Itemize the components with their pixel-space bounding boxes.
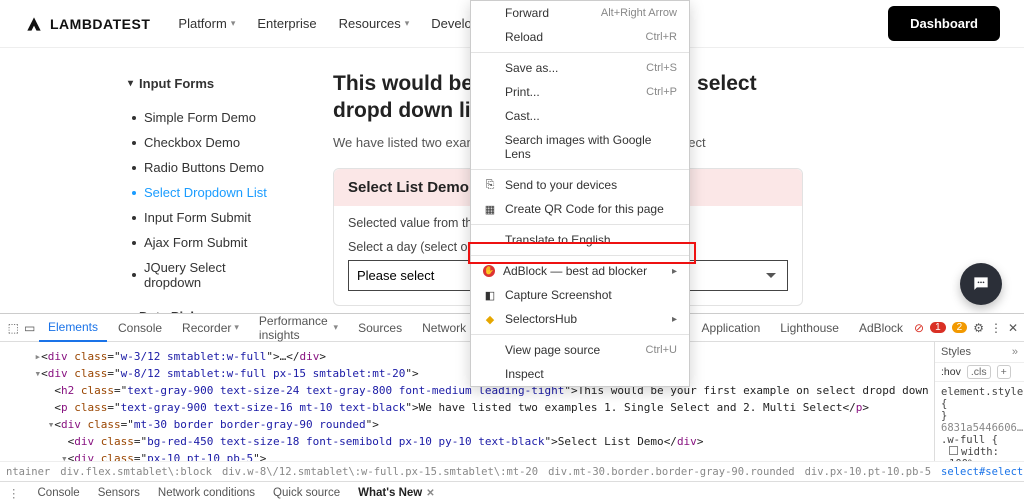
chevron-down-icon: ▾ bbox=[405, 18, 410, 29]
ctx-print[interactable]: Print...Ctrl+P bbox=[471, 80, 689, 104]
inspect-element-icon[interactable]: ⬚ bbox=[6, 321, 20, 335]
styles-filter[interactable]: :hov .cls + bbox=[935, 363, 1024, 382]
drawer-tab-quick-source[interactable]: Quick source bbox=[273, 487, 340, 499]
error-icon[interactable]: ⊘ bbox=[914, 321, 924, 335]
styles-panel: Styles» :hov .cls + element.style { } 68… bbox=[934, 342, 1024, 461]
sidebar-group-label: Input Forms bbox=[139, 76, 214, 91]
ctx-create-qr[interactable]: ▦Create QR Code for this page bbox=[471, 197, 689, 221]
more-icon[interactable]: ⋮ bbox=[990, 321, 1002, 335]
logo[interactable]: LAMBDATEST bbox=[24, 14, 150, 34]
camera-icon: ◧ bbox=[483, 288, 497, 302]
ctx-save-as[interactable]: Save as...Ctrl+S bbox=[471, 56, 689, 80]
close-icon[interactable]: ✕ bbox=[1008, 321, 1018, 335]
ctx-adblock[interactable]: ✋AdBlock — best ad blocker▸ bbox=[471, 259, 689, 283]
ctx-selectorshub[interactable]: ◆SelectorsHub▸ bbox=[471, 307, 689, 331]
style-rule[interactable]: .w-full { bbox=[941, 434, 1018, 446]
error-count[interactable]: 1 bbox=[930, 322, 946, 333]
sidebar-items: Simple Form Demo Checkbox Demo Radio But… bbox=[128, 105, 285, 295]
ctx-inspect[interactable]: Inspect bbox=[471, 362, 689, 386]
elements-panel[interactable]: ▸<div class="w-3/12 smtablet:w-full">…</… bbox=[0, 342, 934, 461]
devtools-tab-perf-insights[interactable]: Performance insights▾ bbox=[250, 314, 347, 342]
style-rule[interactable]: element.style { bbox=[941, 386, 1018, 410]
sidebar: ▾ Input Forms Simple Form Demo Checkbox … bbox=[0, 48, 285, 313]
ctx-capture-screenshot[interactable]: ◧Capture Screenshot bbox=[471, 283, 689, 307]
nav-resources[interactable]: Resources▾ bbox=[339, 16, 410, 31]
ctx-reload[interactable]: ReloadCtrl+R bbox=[471, 25, 689, 49]
dashboard-button[interactable]: Dashboard bbox=[888, 6, 1000, 41]
drawer-tab-whats-new[interactable]: What's New✕ bbox=[358, 487, 434, 499]
ctx-cast[interactable]: Cast... bbox=[471, 104, 689, 128]
devtools-drawer: ⋮ Console Sensors Network conditions Qui… bbox=[0, 481, 1024, 503]
elements-breadcrumb[interactable]: ntainer div.flex.smtablet\:block div.w-8… bbox=[0, 461, 1024, 481]
settings-icon[interactable]: ⚙ bbox=[973, 321, 984, 335]
warning-count[interactable]: 2 bbox=[952, 322, 968, 333]
devtools-tab-network[interactable]: Network bbox=[413, 314, 475, 342]
more-icon[interactable]: ⋮ bbox=[8, 486, 20, 500]
nav-items: Platform▾ Enterprise Resources▾ Develope… bbox=[178, 16, 505, 31]
styles-tab[interactable]: Styles bbox=[941, 346, 971, 358]
close-icon[interactable]: ✕ bbox=[426, 488, 434, 499]
sidebar-item-radio[interactable]: Radio Buttons Demo bbox=[132, 155, 285, 180]
chevron-down-icon: ▾ bbox=[234, 322, 239, 333]
chat-bubble[interactable] bbox=[960, 263, 1002, 305]
ctx-send-devices[interactable]: ⎘Send to your devices bbox=[471, 173, 689, 197]
ctx-forward[interactable]: ForwardAlt+Right Arrow bbox=[471, 1, 689, 25]
selectorshub-icon: ◆ bbox=[483, 312, 497, 326]
sidebar-group-input-forms[interactable]: ▾ Input Forms bbox=[128, 76, 285, 91]
chevron-down-icon: ▾ bbox=[334, 322, 339, 333]
devices-icon: ⎘ bbox=[483, 178, 497, 192]
drawer-tab-network-cond[interactable]: Network conditions bbox=[158, 487, 255, 499]
devtools-tab-console[interactable]: Console bbox=[109, 314, 171, 342]
sidebar-item-ajax-submit[interactable]: Ajax Form Submit bbox=[132, 230, 285, 255]
sidebar-item-input-submit[interactable]: Input Form Submit bbox=[132, 205, 285, 230]
chevron-right-icon: ▸ bbox=[672, 314, 677, 325]
chevron-down-icon: ▾ bbox=[231, 18, 236, 29]
chevron-right-icon: ▸ bbox=[672, 266, 677, 277]
sidebar-item-jquery-select[interactable]: JQuery Select dropdown bbox=[132, 255, 285, 295]
adblock-icon: ✋ bbox=[483, 265, 495, 277]
lambdatest-logo-icon bbox=[24, 14, 44, 34]
more-icon[interactable]: » bbox=[1012, 346, 1018, 358]
devtools-tab-application[interactable]: Application bbox=[693, 314, 770, 342]
nav-enterprise[interactable]: Enterprise bbox=[257, 16, 316, 31]
devtools-tab-sources[interactable]: Sources bbox=[349, 314, 411, 342]
brand-text: LAMBDATEST bbox=[50, 16, 150, 32]
devtools-tab-adblock[interactable]: AdBlock bbox=[850, 314, 912, 342]
sidebar-item-checkbox[interactable]: Checkbox Demo bbox=[132, 130, 285, 155]
nav-platform[interactable]: Platform▾ bbox=[178, 16, 235, 31]
chat-icon bbox=[971, 274, 991, 294]
drawer-tab-console[interactable]: Console bbox=[38, 487, 80, 499]
qr-icon: ▦ bbox=[483, 202, 497, 216]
drawer-tab-sensors[interactable]: Sensors bbox=[98, 487, 140, 499]
device-toolbar-icon[interactable]: ▭ bbox=[22, 321, 36, 335]
sidebar-item-simple-form[interactable]: Simple Form Demo bbox=[132, 105, 285, 130]
chevron-down-icon: ▾ bbox=[128, 78, 133, 89]
sidebar-item-select-dropdown[interactable]: Select Dropdown List bbox=[132, 180, 285, 205]
ctx-view-source[interactable]: View page sourceCtrl+U bbox=[471, 338, 689, 362]
context-menu: ForwardAlt+Right Arrow ReloadCtrl+R Save… bbox=[470, 0, 690, 387]
ctx-google-lens[interactable]: Search images with Google Lens bbox=[471, 128, 689, 166]
devtools-tab-lighthouse[interactable]: Lighthouse bbox=[771, 314, 848, 342]
ctx-translate[interactable]: Translate to English bbox=[471, 228, 689, 252]
devtools-tab-recorder[interactable]: Recorder▾ bbox=[173, 314, 248, 342]
devtools-tab-elements[interactable]: Elements bbox=[39, 314, 107, 342]
